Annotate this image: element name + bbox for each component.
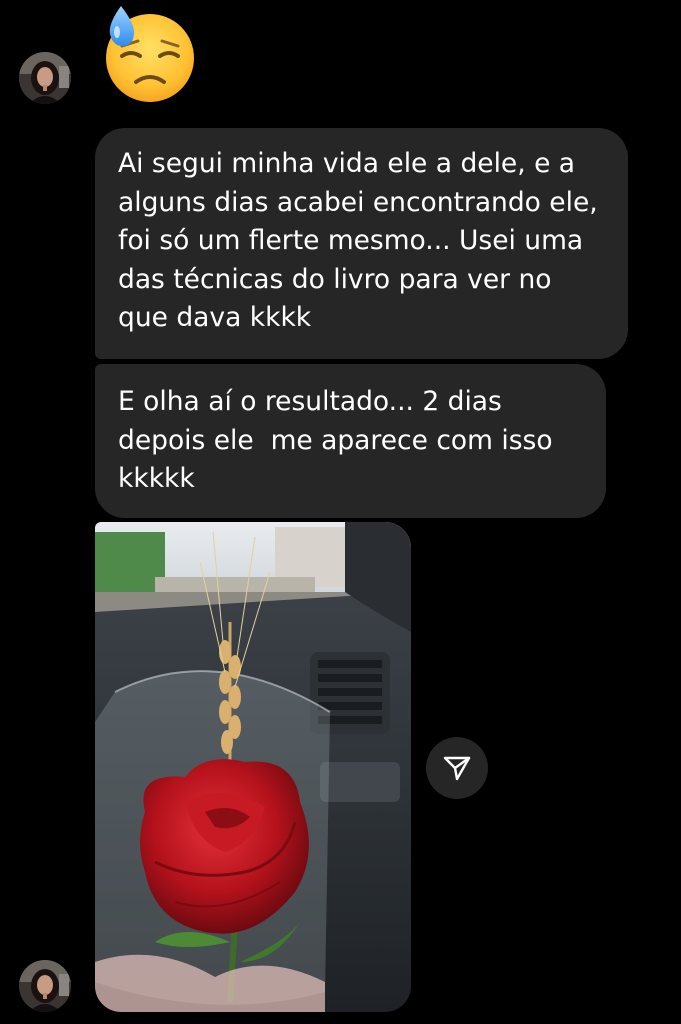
share-button[interactable] xyxy=(426,737,488,799)
red-rose-photo xyxy=(95,522,411,1012)
paper-plane-icon xyxy=(443,756,471,781)
sender-avatar[interactable] xyxy=(19,52,71,104)
message-bubble[interactable]: Ai segui minha vida ele a dele, e a algu… xyxy=(95,128,628,359)
sender-avatar[interactable] xyxy=(19,960,71,1012)
avatar-photo xyxy=(19,960,71,1012)
downcast-face-with-sweat-icon[interactable] xyxy=(100,4,200,104)
avatar-photo xyxy=(19,52,71,104)
rose-photo-message[interactable] xyxy=(95,522,411,1012)
message-bubble[interactable]: E olha aí o resultado... 2 dias depois e… xyxy=(95,364,606,518)
